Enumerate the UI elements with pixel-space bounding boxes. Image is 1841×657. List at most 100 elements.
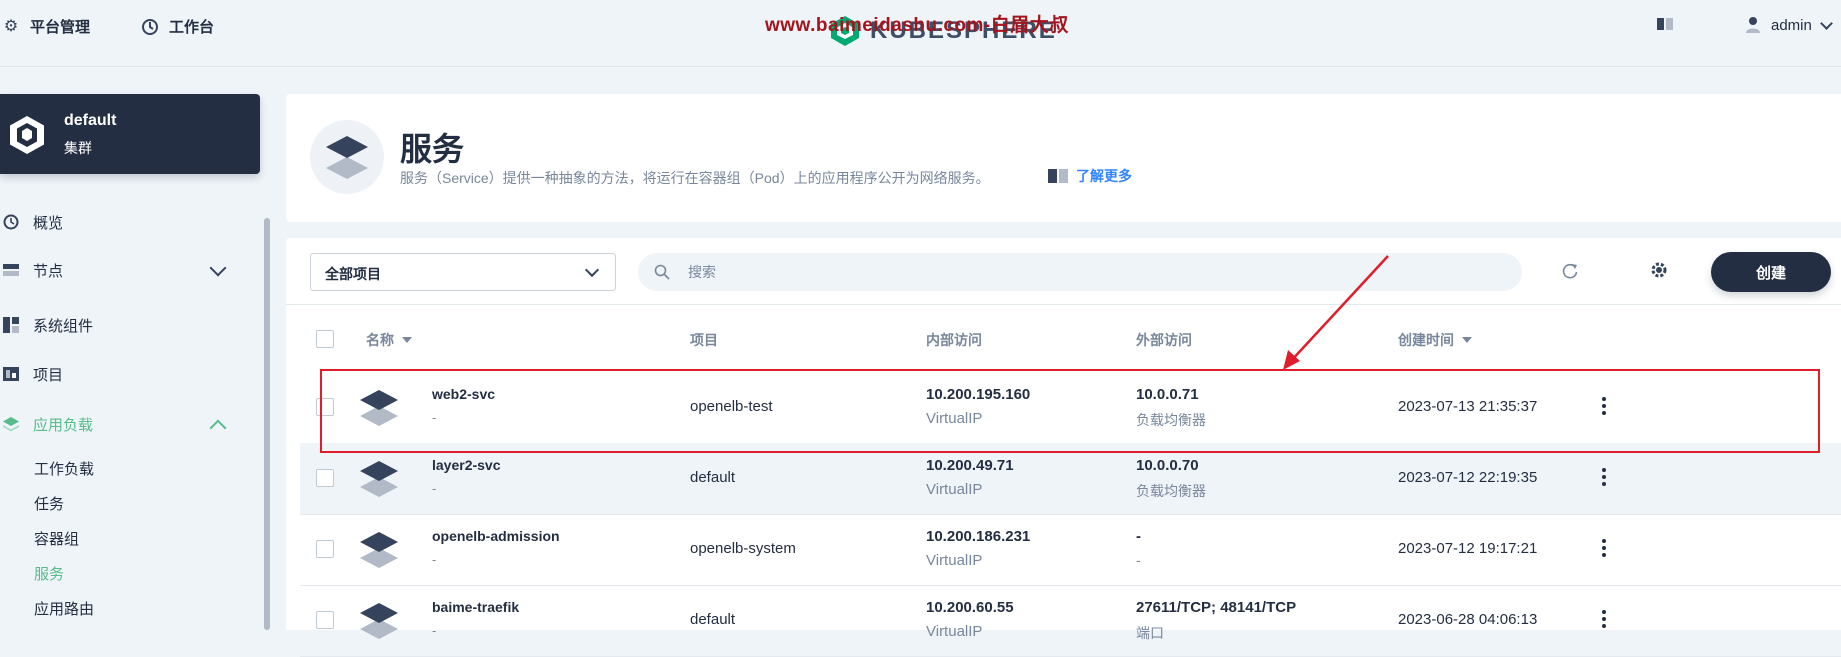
chevron-up-icon[interactable] xyxy=(209,419,227,437)
select-all-checkbox[interactable] xyxy=(316,330,334,348)
service-external-access: 27611/TCP; 48141/TCP xyxy=(1136,599,1297,616)
sidebar-item-label: 系统组件 xyxy=(33,317,94,335)
service-external-type: 负载均衡器 xyxy=(1136,483,1206,499)
search-input[interactable] xyxy=(638,253,1522,291)
sidebar-item-overview[interactable]: 概览 xyxy=(0,210,63,234)
dashboard-icon xyxy=(142,18,158,35)
service-header-icon xyxy=(310,120,384,194)
cluster-name: default xyxy=(64,112,117,129)
page-header: 服务 服务（Service）提供一种抽象的方法，将运行在容器组（Pod）上的应用… xyxy=(286,94,1841,222)
service-description: - xyxy=(432,481,437,496)
service-icon xyxy=(360,461,398,497)
learn-more-label: 了解更多 xyxy=(1076,168,1132,184)
sidebar-item-label: 项目 xyxy=(33,366,64,384)
server-icon xyxy=(3,264,19,276)
learn-more-link[interactable]: 了解更多 xyxy=(1048,166,1132,186)
cluster-type: 集群 xyxy=(64,140,92,156)
column-header-project: 项目 xyxy=(690,330,718,350)
sidebar-item-projects[interactable]: 项目 xyxy=(0,362,63,386)
book-icon xyxy=(1657,18,1673,30)
row-checkbox[interactable] xyxy=(316,469,334,487)
workbench-label: 工作台 xyxy=(169,19,215,36)
cluster-card[interactable]: default 集群 xyxy=(0,94,260,174)
project-select-value: 全部项目 xyxy=(325,266,381,282)
column-header-label: 名称 xyxy=(366,332,394,348)
chevron-down-icon xyxy=(584,262,600,278)
service-icon xyxy=(326,136,368,179)
chevron-down-icon[interactable] xyxy=(209,259,227,277)
gear-icon[interactable] xyxy=(1649,260,1669,280)
service-description: - xyxy=(432,623,437,638)
more-icon[interactable] xyxy=(1594,538,1614,558)
service-created-time: 2023-07-12 22:19:35 xyxy=(1398,469,1538,486)
sidebar-item-label: 概览 xyxy=(33,214,64,232)
service-external-access: 10.0.0.70 xyxy=(1136,457,1199,474)
service-internal-type: VirtualIP xyxy=(926,481,983,498)
top-bar: ⚙ 平台管理 工作台 KUBESPHERE www.baimeidashu.co… xyxy=(0,0,1841,67)
page-description: 服务（Service）提供一种抽象的方法，将运行在容器组（Pod）上的应用程序公… xyxy=(400,170,990,186)
service-project: default xyxy=(690,469,736,486)
column-header-created[interactable]: 创建时间 xyxy=(1398,330,1472,350)
platform-management-label: 平台管理 xyxy=(30,19,91,36)
table-row[interactable]: baime-traefik - default 10.200.60.55 Vir… xyxy=(300,585,1841,657)
service-created-time: 2023-07-12 19:17:21 xyxy=(1398,540,1538,557)
service-name-link[interactable]: layer2-svc xyxy=(432,457,501,473)
create-button[interactable]: 创建 xyxy=(1711,252,1831,292)
column-header-label: 项目 xyxy=(690,332,718,348)
project-icon xyxy=(3,367,19,381)
service-name-link[interactable]: openelb-admission xyxy=(432,528,560,544)
row-checkbox[interactable] xyxy=(316,611,334,629)
service-internal-type: VirtualIP xyxy=(926,623,983,640)
sort-caret-icon xyxy=(1462,337,1472,343)
service-name-link[interactable]: baime-traefik xyxy=(432,599,519,615)
doc-button[interactable] xyxy=(1656,16,1674,32)
sidebar-item-label: 应用负载 xyxy=(33,416,94,434)
components-icon xyxy=(3,317,19,333)
user-icon xyxy=(1746,17,1760,33)
column-header-label: 内部访问 xyxy=(926,332,982,348)
platform-management-menu[interactable]: ⚙ 平台管理 xyxy=(2,16,90,37)
service-internal-ip: 10.200.49.71 xyxy=(926,457,1014,474)
service-internal-type: VirtualIP xyxy=(926,552,983,569)
sidebar-subitem-pods[interactable]: 容器组 xyxy=(34,528,79,549)
table-toolbar: 全部项目 创建 xyxy=(286,238,1841,305)
service-internal-ip: 10.200.186.231 xyxy=(926,528,1031,545)
service-external-type: 端口 xyxy=(1136,625,1164,641)
column-header-label: 外部访问 xyxy=(1136,332,1192,348)
chevron-down-icon xyxy=(1819,16,1833,30)
book-icon xyxy=(1048,169,1068,183)
dashboard-icon xyxy=(3,214,19,230)
username: admin xyxy=(1771,16,1812,34)
table-row[interactable]: layer2-svc - default 10.200.49.71 Virtua… xyxy=(300,443,1841,515)
service-internal-ip: 10.200.60.55 xyxy=(926,599,1014,616)
watermark-text: www.baimeidashu.com-白眉大叔 xyxy=(765,15,1069,36)
column-header-name[interactable]: 名称 xyxy=(366,330,412,350)
service-project: default xyxy=(690,611,736,628)
sidebar-item-label: 节点 xyxy=(33,262,64,280)
sidebar-item-components[interactable]: 系统组件 xyxy=(0,313,93,337)
service-project: openelb-system xyxy=(690,540,796,557)
search-icon xyxy=(654,264,670,280)
cluster-icon xyxy=(10,116,44,154)
sidebar-subitem-services[interactable]: 服务 xyxy=(34,563,64,584)
workbench-link[interactable]: 工作台 xyxy=(141,16,214,37)
more-icon[interactable] xyxy=(1594,467,1614,487)
project-select[interactable]: 全部项目 xyxy=(310,253,616,291)
row-checkbox[interactable] xyxy=(316,540,334,558)
sidebar-scrollbar-thumb[interactable] xyxy=(264,218,270,630)
annotation-highlight-box xyxy=(320,369,1820,453)
sidebar-subitem-workloads[interactable]: 工作负载 xyxy=(34,458,94,479)
column-header-external: 外部访问 xyxy=(1136,330,1192,350)
sidebar-item-app-workloads[interactable]: 应用负载 xyxy=(0,412,93,436)
page-title: 服务 xyxy=(400,131,465,167)
service-description: - xyxy=(432,552,437,567)
table-row[interactable]: openelb-admission - openelb-system 10.20… xyxy=(300,514,1841,586)
sidebar-subitem-jobs[interactable]: 任务 xyxy=(34,493,64,514)
sort-caret-icon xyxy=(402,337,412,343)
user-menu[interactable]: admin xyxy=(1745,16,1833,34)
layers-icon xyxy=(3,417,19,432)
refresh-icon[interactable] xyxy=(1561,262,1579,280)
more-icon[interactable] xyxy=(1594,609,1614,629)
sidebar-item-nodes[interactable]: 节点 xyxy=(0,258,63,282)
sidebar-subitem-ingresses[interactable]: 应用路由 xyxy=(34,598,94,619)
